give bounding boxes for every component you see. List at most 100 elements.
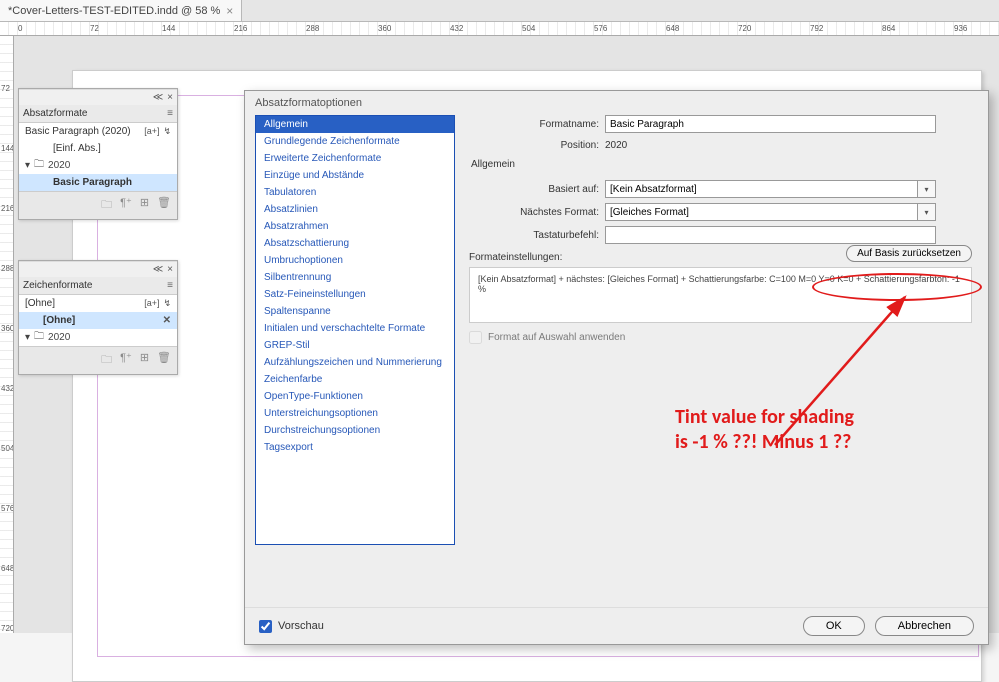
chevron-down-icon: ▾ [25, 160, 30, 171]
workspace: 72144216288360432504576648720 ≪ × Absatz… [0, 36, 999, 633]
clear-overrides-icon[interactable]: ¶⁺ [120, 196, 132, 215]
panel-window-controls: ≪ × [19, 89, 177, 105]
category-item[interactable]: Silbentrennung [256, 269, 454, 286]
category-item[interactable]: Initialen und verschachtelte Formate [256, 320, 454, 337]
chevron-down-icon[interactable]: ▾ [918, 203, 936, 221]
folder-item[interactable]: ▾ 🗀 2020 [19, 329, 177, 346]
preview-checkbox[interactable] [259, 620, 272, 633]
current-style-name: Basic Paragraph (2020) [25, 126, 131, 137]
clear-overrides-icon[interactable]: ¶⁺ [120, 351, 132, 370]
panel-title: Absatzformate [23, 108, 87, 119]
paragraph-style-options-dialog[interactable]: Absatzformatoptionen AllgemeinGrundlegen… [244, 90, 989, 645]
current-style-name: [Ohne] [25, 298, 55, 309]
category-item[interactable]: OpenType-Funktionen [256, 388, 454, 405]
ruler-tick: 144 [162, 24, 175, 33]
category-item[interactable]: Spaltenspanne [256, 303, 454, 320]
settings-summary-text: [Kein Absatzformat] + nächstes: [Gleiche… [478, 274, 960, 294]
ruler-tick: 144 [1, 144, 14, 153]
based-on-label: Basiert auf: [469, 184, 599, 195]
category-item[interactable]: Grundlegende Zeichenformate [256, 133, 454, 150]
new-folder-icon[interactable]: 🗀 [101, 351, 112, 370]
cancel-button[interactable]: Abbrechen [875, 616, 974, 636]
override-indicator[interactable]: [a+] [144, 298, 159, 309]
ruler-tick: 216 [234, 24, 247, 33]
clear-override-icon[interactable]: ↯ [163, 126, 171, 137]
next-style-input[interactable] [605, 203, 918, 221]
formatname-label: Formatname: [469, 119, 599, 130]
list-item[interactable]: [Einf. Abs.] [19, 140, 177, 157]
panel-close-icon[interactable]: × [167, 92, 173, 103]
chevron-down-icon: ▾ [25, 332, 30, 343]
panel-menu-icon[interactable]: ≡ [167, 280, 173, 291]
category-item[interactable]: Satz-Feineinstellungen [256, 286, 454, 303]
folder-icon: 🗀 [34, 329, 44, 346]
ruler-tick: 432 [1, 384, 14, 393]
category-item[interactable]: Erweiterte Zeichenformate [256, 150, 454, 167]
panel-collapse-icon[interactable]: ≪ [153, 92, 163, 103]
ruler-tick: 288 [306, 24, 319, 33]
category-item[interactable]: Absatzlinien [256, 201, 454, 218]
ruler-tick: 792 [810, 24, 823, 33]
panel-window-controls: ≪ × [19, 261, 177, 277]
category-item[interactable]: Durchstreichungsoptionen [256, 422, 454, 439]
override-indicator[interactable]: [a+] [144, 126, 159, 137]
ruler-horizontal: 072144216288360432504576648720792864936 [0, 22, 999, 36]
list-item[interactable]: [Ohne] ✕ [19, 312, 177, 329]
annotation-text: Tint value for shading is -1 % ??! Minus… [675, 405, 854, 455]
next-style-label: Nächstes Format: [469, 207, 599, 218]
category-item[interactable]: Tagsexport [256, 439, 454, 456]
panel-close-icon[interactable]: × [167, 264, 173, 275]
new-folder-icon[interactable]: 🗀 [101, 196, 112, 215]
apply-to-selection-label: Format auf Auswahl anwenden [488, 332, 625, 343]
preview-label: Vorschau [278, 620, 324, 632]
delete-icon[interactable]: 🗑 [157, 196, 171, 215]
category-item[interactable]: Tabulatoren [256, 184, 454, 201]
panel-menu-icon[interactable]: ≡ [167, 108, 173, 119]
ruler-tick: 648 [666, 24, 679, 33]
clear-override-icon[interactable]: ↯ [163, 298, 171, 309]
document-tab[interactable]: *Cover-Letters-TEST-EDITED.indd @ 58 % × [0, 0, 242, 21]
document-tab-title: *Cover-Letters-TEST-EDITED.indd @ 58 % [8, 5, 220, 17]
shortcut-input[interactable] [605, 226, 936, 244]
folder-icon: 🗀 [34, 157, 44, 174]
document-tab-bar: *Cover-Letters-TEST-EDITED.indd @ 58 % × [0, 0, 999, 22]
ruler-tick: 864 [882, 24, 895, 33]
panel-character-styles[interactable]: ≪ × Zeichenformate ≡ [Ohne] [a+] ↯ [Ohne… [18, 260, 178, 375]
category-item[interactable]: Aufzählungszeichen und Nummerierung [256, 354, 454, 371]
category-item[interactable]: Allgemein [256, 116, 454, 133]
chevron-down-icon[interactable]: ▾ [918, 180, 936, 198]
dialog-title: Absatzformatoptionen [245, 91, 988, 115]
based-on-combo[interactable]: ▾ [605, 180, 936, 198]
category-item[interactable]: Einzüge und Abstände [256, 167, 454, 184]
category-item[interactable]: Umbruchoptionen [256, 252, 454, 269]
formatname-input[interactable] [605, 115, 936, 133]
list-item[interactable]: Basic Paragraph [19, 174, 177, 191]
category-list[interactable]: AllgemeinGrundlegende ZeichenformateErwe… [255, 115, 455, 545]
category-item[interactable]: Zeichenfarbe [256, 371, 454, 388]
category-item[interactable]: GREP-Stil [256, 337, 454, 354]
position-label: Position: [469, 140, 599, 151]
delete-icon[interactable]: 🗑 [157, 351, 171, 370]
section-heading: Allgemein [471, 159, 972, 170]
dialog-right-pane: Formatname: Position: 2020 Allgemein Bas… [455, 115, 978, 599]
ruler-tick: 216 [1, 204, 14, 213]
close-icon[interactable]: × [226, 4, 233, 18]
ruler-tick: 360 [1, 324, 14, 333]
category-item[interactable]: Absatzrahmen [256, 218, 454, 235]
new-style-icon[interactable]: ⊞ [140, 351, 149, 370]
panel-paragraph-styles[interactable]: ≪ × Absatzformate ≡ Basic Paragraph (202… [18, 88, 178, 220]
based-on-input[interactable] [605, 180, 918, 198]
ok-button[interactable]: OK [803, 616, 865, 636]
dialog-footer: Vorschau OK Abbrechen [245, 607, 988, 644]
category-item[interactable]: Unterstreichungsoptionen [256, 405, 454, 422]
panel-collapse-icon[interactable]: ≪ [153, 264, 163, 275]
next-style-combo[interactable]: ▾ [605, 203, 936, 221]
ruler-vertical: 72144216288360432504576648720 [0, 36, 14, 633]
category-item[interactable]: Absatzschattierung [256, 235, 454, 252]
ruler-tick: 360 [378, 24, 391, 33]
folder-item[interactable]: ▾ 🗀 2020 [19, 157, 177, 174]
settings-summary-box: [Kein Absatzformat] + nächstes: [Gleiche… [469, 267, 972, 323]
reset-to-base-button[interactable]: Auf Basis zurücksetzen [846, 245, 972, 262]
new-style-icon[interactable]: ⊞ [140, 196, 149, 215]
ruler-tick: 576 [594, 24, 607, 33]
